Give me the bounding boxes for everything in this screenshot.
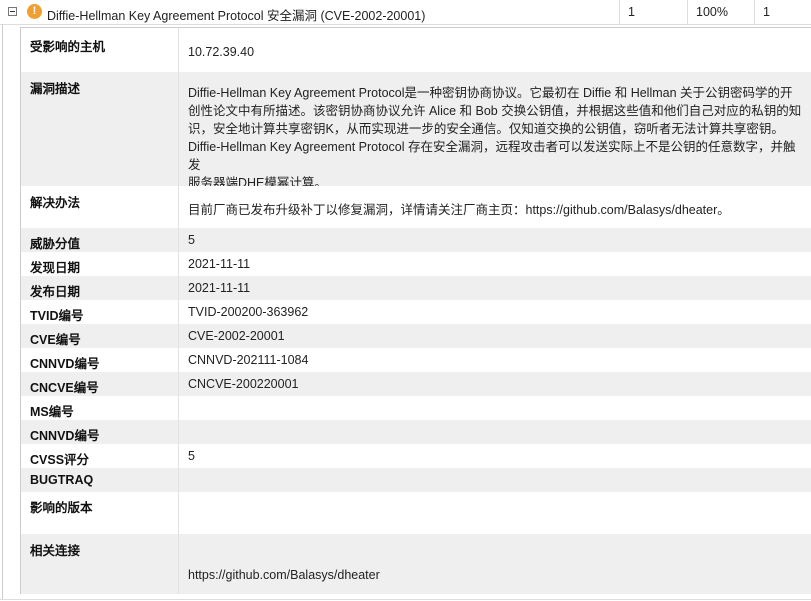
bugtraq-label: BUGTRAQ (21, 468, 179, 492)
percent-cell: 100% (687, 0, 754, 24)
ms-label: MS编号 (21, 396, 179, 420)
published-value: 2021-11-11 (188, 281, 251, 295)
cve-label: CVE编号 (21, 324, 179, 348)
solution-label: 解决办法 (21, 186, 179, 228)
tvid-label: TVID编号 (21, 300, 179, 324)
cncve-value: CNCVE-200220001 (188, 377, 299, 391)
affected-version-label: 影响的版本 (21, 492, 179, 534)
detail-row-cnnvd: CNNVD编号 CNNVD-202111-1084 (21, 348, 811, 372)
affected-host-label: 受影响的主机 (21, 28, 179, 72)
cnnvd-label: CNNVD编号 (21, 348, 179, 372)
tvid-value: TVID-200200-363962 (188, 305, 309, 319)
description-label: 漏洞描述 (21, 72, 179, 186)
detail-row-published: 发布日期 2021-11-11 (21, 276, 811, 300)
threat-value: 5 (188, 233, 195, 247)
detail-row-description: 漏洞描述 Diffie-Hellman Key Agreement Protoc… (21, 72, 811, 190)
detail-row-cve: CVE编号 CVE-2002-20001 (21, 324, 811, 348)
detail-row-threat: 威胁分值 5 (21, 228, 811, 252)
detail-row-solution: 解决办法 目前厂商已发布升级补丁以修复漏洞，详情请关注厂商主页：https://… (21, 186, 811, 228)
detail-row-ms: MS编号 (21, 396, 811, 420)
cnnvd-2-value (180, 420, 811, 444)
affected-version-value (180, 492, 811, 534)
tree-guide-line (2, 24, 3, 599)
detail-row-cnnvd-2: CNNVD编号 (21, 420, 811, 444)
collapse-icon[interactable] (8, 7, 17, 16)
detail-row-tvid: TVID编号 TVID-200200-363962 (21, 300, 811, 324)
discovered-value: 2021-11-11 (188, 257, 251, 271)
detail-row-related-link: 相关连接 https://github.com/Balasys/dheater (21, 534, 811, 594)
affected-host-value: 10.72.39.40 (188, 45, 255, 59)
description-line: 识，安全地计算共享密钥K，从而实现进一步的安全通信。仅知道交换的公钥值，窃听者无… (188, 122, 784, 136)
detail-row-cncve: CNCVE编号 CNCVE-200220001 (21, 372, 811, 396)
vulnerability-details-panel: 受影响的主机 10.72.39.40 漏洞描述 Diffie-Hellman K… (20, 27, 811, 594)
description-line: Diffie-Hellman Key Agreement Protocol是一种… (188, 86, 793, 100)
detail-row-affected-host: 受影响的主机 10.72.39.40 (21, 28, 811, 72)
vulnerability-title: Diffie-Hellman Key Agreement Protocol 安全… (47, 9, 426, 23)
description-value: Diffie-Hellman Key Agreement Protocol是一种… (180, 72, 811, 190)
detail-row-discovered: 发现日期 2021-11-11 (21, 252, 811, 276)
count-cell: 1 (619, 0, 687, 24)
published-label: 发布日期 (21, 276, 179, 300)
cnnvd-2-label: CNNVD编号 (21, 420, 179, 444)
bottom-divider (0, 599, 811, 600)
threat-label: 威胁分值 (21, 228, 179, 252)
warning-icon: ! (27, 4, 42, 19)
related-link-label: 相关连接 (21, 534, 179, 594)
description-line: Diffie-Hellman Key Agreement Protocol 存在… (188, 140, 796, 172)
related-link-value[interactable]: https://github.com/Balasys/dheater (180, 534, 811, 594)
description-line: 创性论文中有所描述。该密钥协商协议允许 Alice 和 Bob 交换公钥值，并根… (188, 104, 802, 118)
solution-value[interactable]: 目前厂商已发布升级补丁以修复漏洞，详情请关注厂商主页：https://githu… (180, 186, 811, 228)
detail-row-bugtraq: BUGTRAQ (21, 468, 811, 492)
cvss-value: 5 (188, 449, 195, 463)
cvss-label: CVSS评分 (21, 444, 179, 468)
detail-row-affected-version: 影响的版本 (21, 492, 811, 534)
discovered-label: 发现日期 (21, 252, 179, 276)
ms-value (180, 396, 811, 420)
detail-row-cvss: CVSS评分 5 (21, 444, 811, 468)
hosts-cell: 1 (754, 0, 811, 24)
cve-value: CVE-2002-20001 (188, 329, 285, 343)
cncve-label: CNCVE编号 (21, 372, 179, 396)
cnnvd-value: CNNVD-202111-1084 (188, 353, 309, 367)
vulnerability-header-row[interactable]: ! Diffie-Hellman Key Agreement Protocol … (0, 0, 811, 25)
bugtraq-value (180, 468, 811, 492)
